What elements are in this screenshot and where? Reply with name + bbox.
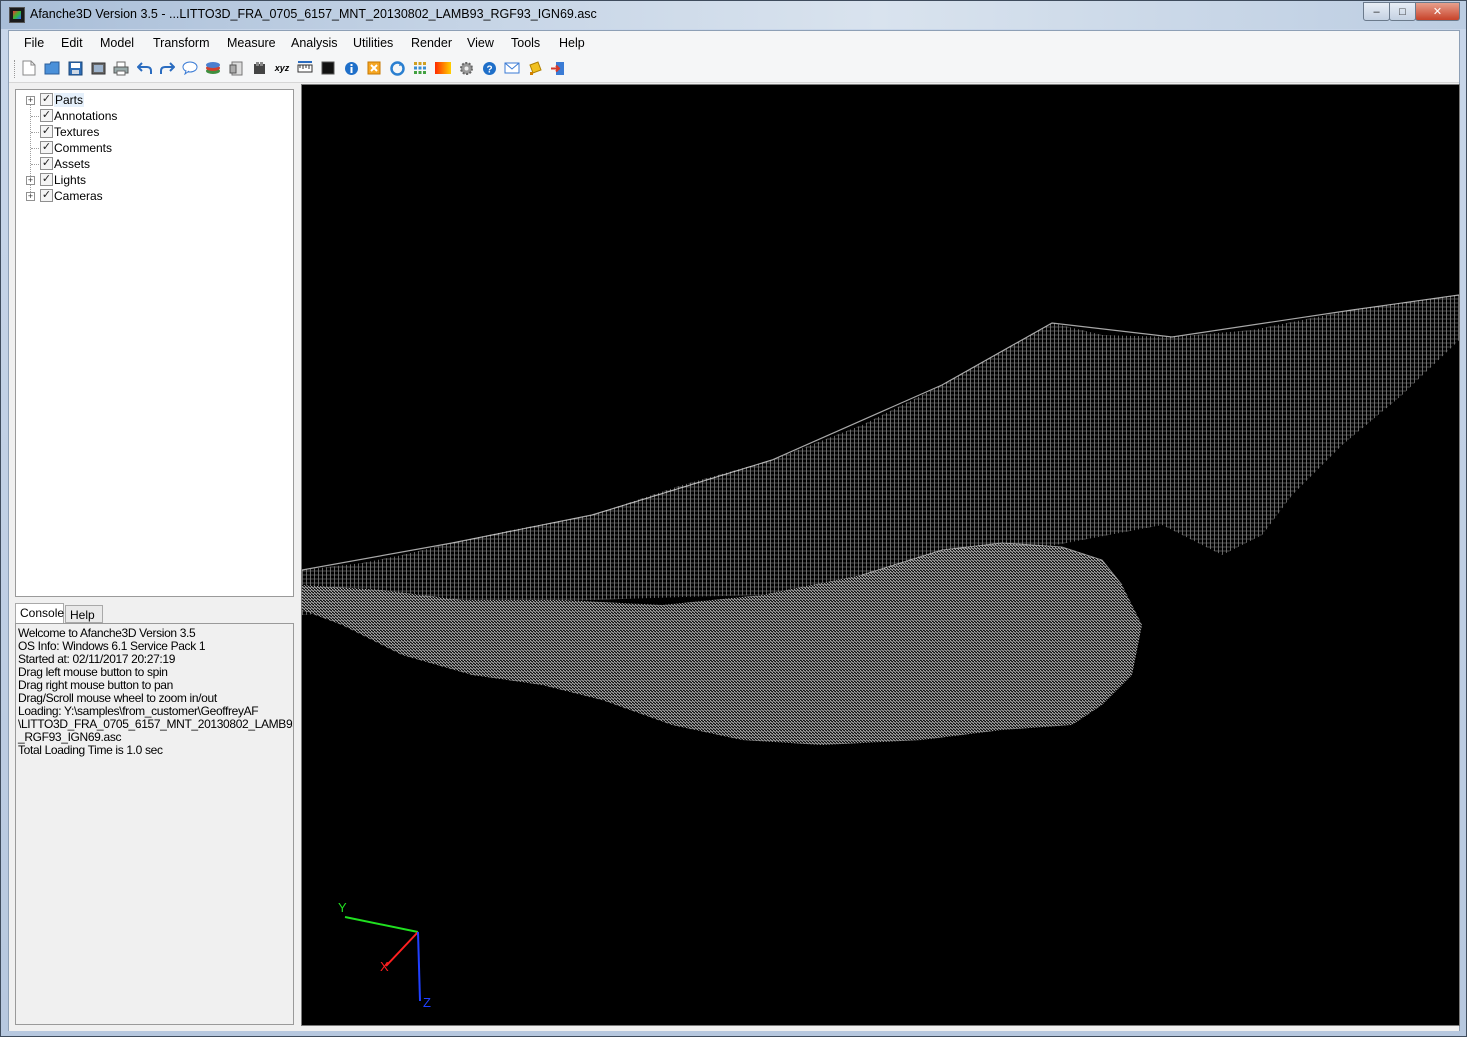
y-axis-label: Y (338, 900, 347, 915)
open-folder-icon[interactable] (44, 60, 60, 76)
menu-analysis[interactable]: Analysis (291, 36, 338, 50)
maximize-button[interactable]: □ (1389, 2, 1416, 21)
annotations-checkbox[interactable]: ✓ (40, 109, 53, 122)
tree-label-textures: Textures (54, 125, 100, 139)
window-title: Afanche3D Version 3.5 - ...LITTO3D_FRA_0… (30, 7, 597, 21)
xyz-icon[interactable]: xyz (274, 60, 290, 76)
tree-item-annotations[interactable]: ✓ Annotations (16, 108, 293, 124)
info-icon[interactable] (343, 60, 359, 76)
menu-utilities[interactable]: Utilities (353, 36, 393, 50)
tab-console[interactable]: Console (15, 603, 64, 624)
color-gradient-icon[interactable] (435, 60, 451, 76)
tree-connector (31, 132, 39, 133)
tree-item-cameras[interactable]: + ✓ Cameras (16, 188, 293, 204)
y-axis-line (344, 916, 419, 933)
ruler-icon[interactable] (297, 60, 313, 76)
tree-label-parts: Parts (54, 93, 85, 107)
close-box-icon[interactable] (366, 60, 382, 76)
help-icon[interactable]: ? (481, 60, 497, 76)
exit-icon[interactable] (550, 60, 566, 76)
menu-view[interactable]: View (467, 36, 494, 50)
new-file-icon[interactable] (21, 60, 37, 76)
save-icon[interactable] (67, 60, 83, 76)
expand-lights-icon[interactable]: + (26, 176, 35, 185)
title-bar[interactable]: Afanche3D Version 3.5 - ...LITTO3D_FRA_0… (1, 1, 1466, 29)
textures-checkbox[interactable]: ✓ (40, 125, 53, 138)
black-square-icon[interactable] (320, 60, 336, 76)
client-area: File Edit Model Transform Measure Analys… (8, 30, 1460, 1031)
comments-checkbox[interactable]: ✓ (40, 141, 53, 154)
console-line: Total Loading Time is 1.0 sec (18, 743, 163, 757)
menu-transform[interactable]: Transform (153, 36, 210, 50)
terrain-render: Y X Z (302, 294, 1459, 1010)
expand-parts-icon[interactable]: + (26, 96, 35, 105)
cameras-checkbox[interactable]: ✓ (40, 189, 53, 202)
tree-label-cameras: Cameras (54, 189, 103, 203)
grid-icon[interactable] (412, 60, 428, 76)
tree-item-parts[interactable]: + ✓ Parts (16, 92, 293, 108)
export-icon[interactable] (228, 60, 244, 76)
toolbar-grip (14, 60, 16, 78)
app-icon (9, 7, 25, 23)
screenshot-icon[interactable] (90, 60, 106, 76)
tree-label-lights: Lights (54, 173, 87, 187)
tab-help[interactable]: Help (65, 605, 103, 623)
terrain-back-surface (302, 295, 1459, 615)
menu-help[interactable]: Help (559, 36, 585, 50)
layers-icon[interactable] (205, 60, 221, 76)
menu-edit[interactable]: Edit (61, 36, 83, 50)
redo-icon[interactable] (159, 60, 175, 76)
tree-item-lights[interactable]: + ✓ Lights (16, 172, 293, 188)
tree-item-comments[interactable]: ✓ Comments (16, 140, 293, 156)
assets-checkbox[interactable]: ✓ (40, 157, 53, 170)
close-button[interactable]: ✕ (1415, 2, 1460, 21)
menu-render[interactable]: Render (411, 36, 452, 50)
tree-connector (31, 148, 39, 149)
menu-model[interactable]: Model (100, 36, 134, 50)
console-output[interactable]: Welcome to Afanche3D Version 3.5 OS Info… (15, 623, 294, 1025)
z-axis-line (417, 931, 421, 1002)
toolbar: xyz ? (9, 55, 1459, 83)
tree-label-assets: Assets (54, 157, 91, 171)
expand-cameras-icon[interactable]: + (26, 192, 35, 201)
tree-item-textures[interactable]: ✓ Textures (16, 124, 293, 140)
tree-label-comments: Comments (54, 141, 113, 155)
x-axis-label: X (380, 959, 389, 974)
undo-icon[interactable] (136, 60, 152, 76)
scene-tree: + ✓ Parts ✓ Annotations ✓ Textures ✓ Com… (15, 89, 294, 597)
z-axis-label: Z (423, 995, 431, 1010)
comment-icon[interactable] (182, 60, 198, 76)
parts-checkbox[interactable]: ✓ (40, 93, 53, 106)
lights-checkbox[interactable]: ✓ (40, 173, 53, 186)
status-bar (9, 1026, 1459, 1031)
menu-bar: File Edit Model Transform Measure Analys… (9, 31, 1459, 55)
tree-connector (31, 164, 39, 165)
cube-icon[interactable] (251, 60, 267, 76)
menu-measure[interactable]: Measure (227, 36, 276, 50)
tree-label-annotations: Annotations (54, 109, 118, 123)
tree-connector (31, 116, 39, 117)
x-axis-line (385, 931, 419, 967)
gear-icon[interactable] (458, 60, 474, 76)
print-icon[interactable] (113, 60, 129, 76)
axis-triad: Y X Z (338, 900, 431, 1010)
refresh-icon[interactable] (389, 60, 405, 76)
svg-text:?: ? (486, 64, 492, 75)
mail-icon[interactable] (504, 60, 520, 76)
3d-viewport[interactable]: Y X Z (301, 84, 1460, 1026)
minimize-button[interactable]: – (1363, 2, 1390, 21)
window-controls: – □ ✕ (1363, 2, 1460, 21)
app-window: Afanche3D Version 3.5 - ...LITTO3D_FRA_0… (0, 0, 1467, 1037)
menu-tools[interactable]: Tools (511, 36, 540, 50)
tree-item-assets[interactable]: ✓ Assets (16, 156, 293, 172)
tag-icon[interactable] (527, 60, 543, 76)
menu-file[interactable]: File (24, 36, 44, 50)
